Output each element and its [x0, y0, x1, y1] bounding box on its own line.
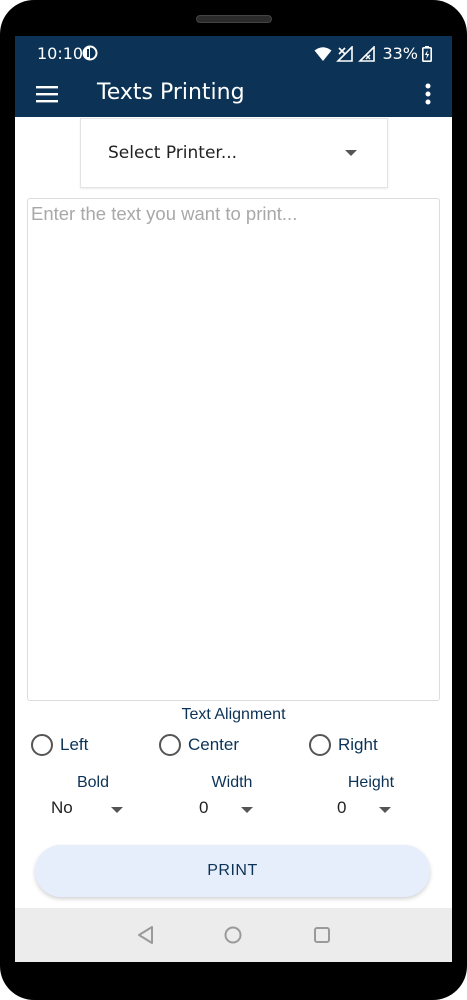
status-bar: 10:10 33% [15, 36, 452, 72]
battery-percentage: 33% [382, 44, 418, 63]
width-value: 0 [199, 798, 209, 817]
navigation-bar [15, 908, 452, 962]
back-icon[interactable] [135, 924, 157, 946]
text-alignment-title: Text Alignment [181, 706, 286, 723]
width-select[interactable]: 0 [177, 798, 287, 824]
page-title: Texts Printing [97, 80, 245, 105]
dropdown-arrow-icon [241, 807, 253, 813]
bold-value: No [51, 798, 73, 817]
status-time: 10:10 [37, 44, 84, 63]
dropdown-arrow-icon [111, 807, 123, 813]
height-select[interactable]: 0 [316, 798, 426, 824]
radio-unchecked-icon [309, 734, 331, 756]
height-value: 0 [337, 798, 347, 817]
alignment-right-label: Right [338, 735, 378, 754]
alignment-center-label: Center [188, 735, 240, 754]
phone-frame: 10:10 33% Texts Printing Select Printer.… [0, 0, 467, 1000]
app-notification-icon [82, 45, 98, 61]
alignment-right-radio[interactable]: Right [309, 733, 378, 757]
bold-select[interactable]: No [38, 798, 148, 824]
screen: 10:10 33% Texts Printing Select Printer.… [15, 36, 452, 962]
alignment-center-radio[interactable]: Center [159, 733, 239, 757]
battery-icon [422, 45, 432, 62]
app-bar: Texts Printing [15, 72, 452, 117]
print-button[interactable]: PRINT [35, 845, 430, 897]
recents-icon[interactable] [311, 924, 333, 946]
dropdown-arrow-icon [379, 807, 391, 813]
radio-unchecked-icon [159, 734, 181, 756]
home-icon[interactable] [222, 924, 244, 946]
text-input[interactable] [27, 198, 440, 701]
status-icons: 33% [314, 44, 432, 63]
alignment-left-label: Left [60, 735, 89, 754]
printer-select[interactable]: Select Printer... [80, 118, 388, 188]
signal-icon [358, 45, 376, 62]
wifi-icon [314, 46, 332, 61]
bold-title: Bold [76, 774, 110, 791]
dropdown-arrow-icon [345, 150, 357, 156]
alignment-left-radio[interactable]: Left [31, 733, 88, 757]
printer-select-label: Select Printer... [108, 143, 238, 163]
more-vert-icon[interactable] [418, 82, 438, 108]
menu-icon[interactable] [35, 83, 59, 105]
height-title: Height [347, 774, 395, 791]
speaker-grille [196, 15, 272, 23]
width-title: Width [211, 774, 253, 791]
signal-off-icon [336, 45, 354, 62]
radio-unchecked-icon [31, 734, 53, 756]
